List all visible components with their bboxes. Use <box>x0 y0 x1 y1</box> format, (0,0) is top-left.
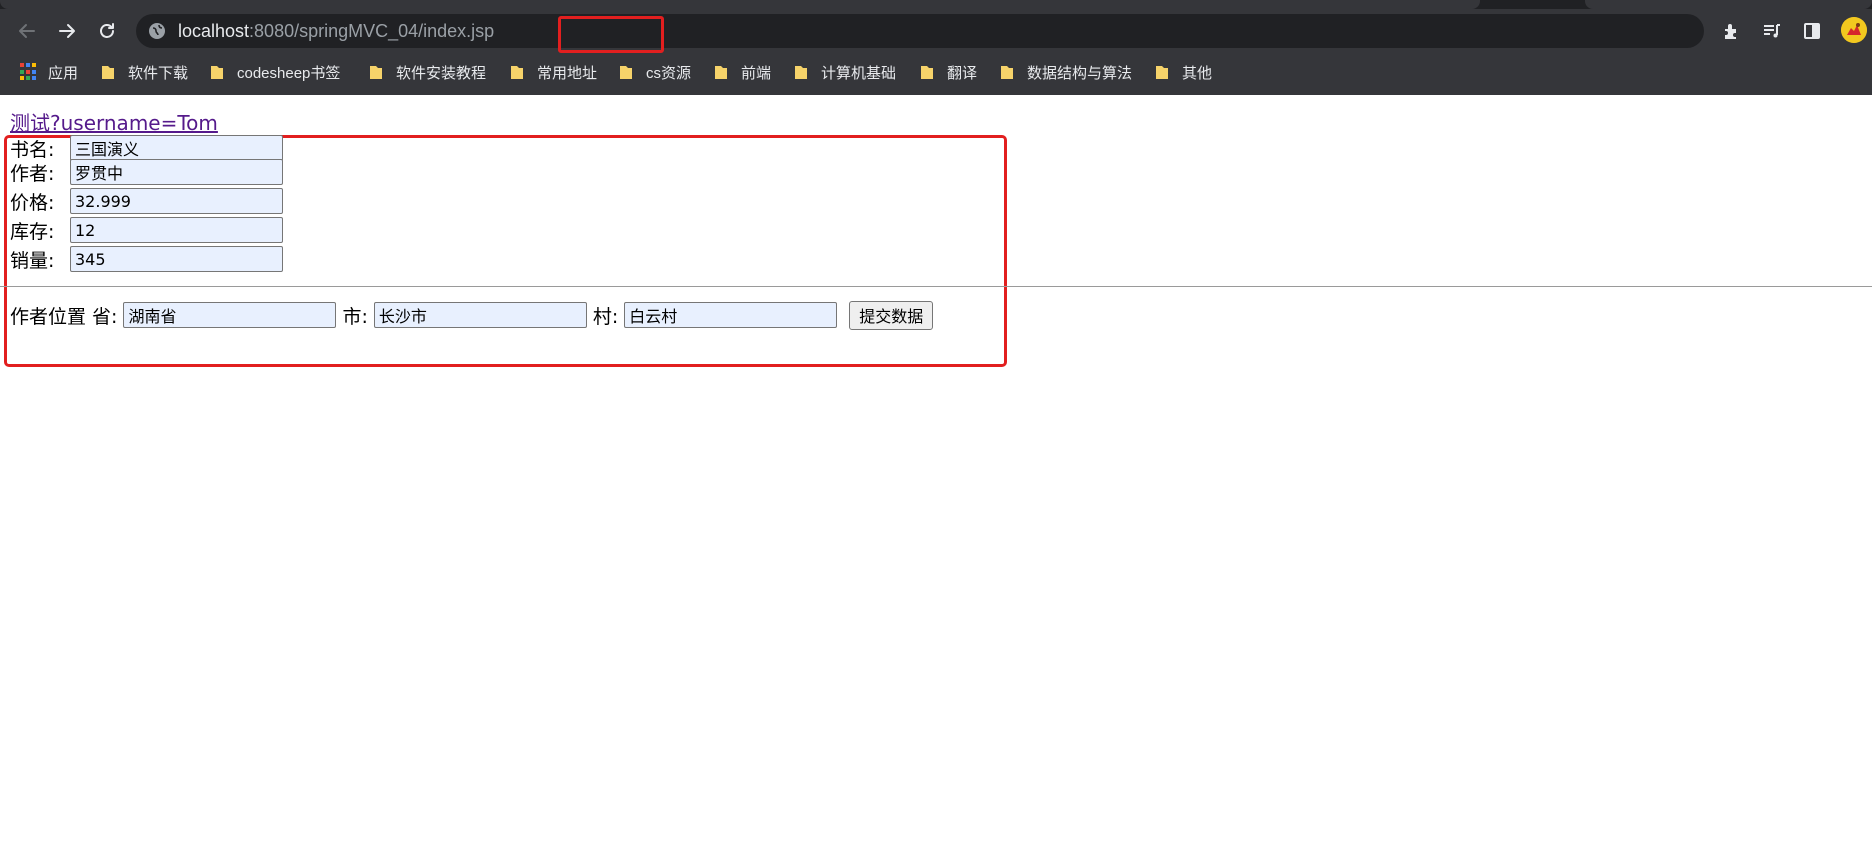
bookmark-label: 应用 <box>48 64 79 82</box>
folder-icon <box>1001 66 1013 79</box>
village-label: 村: <box>592 305 619 328</box>
bookmark-folder[interactable]: 软件安装教程 <box>369 53 486 91</box>
forward-button[interactable] <box>53 17 81 45</box>
bookmark-label: cs资源 <box>646 64 692 82</box>
submit-button[interactable]: 提交数据 <box>849 300 934 330</box>
site-info-icon[interactable] <box>148 22 166 40</box>
bookmark-folder[interactable]: 翻译 <box>920 53 977 91</box>
bookmark-label: 常用地址 <box>537 64 598 82</box>
bookmark-folder[interactable]: 软件下载 <box>101 53 188 91</box>
horizontal-rule <box>0 286 1872 287</box>
stock-row: 库存: <box>10 216 283 244</box>
author-label: 作者: <box>10 162 55 185</box>
reload-icon <box>100 23 114 38</box>
location-label: 作者位置 省: <box>10 305 118 328</box>
folder-icon <box>715 66 727 79</box>
reload-button[interactable] <box>93 17 121 45</box>
city-label: 市: <box>342 305 368 328</box>
avatar-icon <box>1841 17 1867 43</box>
address-bar[interactable]: localhost:8080/springMVC_04/index.jsp <box>136 14 1704 53</box>
extensions-button[interactable] <box>1718 17 1746 45</box>
folder-icon <box>370 66 382 79</box>
side-panel-icon <box>1804 23 1820 39</box>
url-path: :8080/springMVC_04/index.jsp <box>249 21 495 41</box>
bookmark-label: 其他 <box>1182 64 1213 82</box>
province-input[interactable] <box>123 302 337 328</box>
folder-icon <box>1156 66 1168 79</box>
author-input[interactable] <box>70 159 283 185</box>
profile-avatar[interactable] <box>1841 17 1867 43</box>
toolbar: localhost:8080/springMVC_04/index.jsp <box>0 9 1872 53</box>
folder-icon <box>620 66 632 79</box>
bookmark-label: 软件下载 <box>128 64 189 82</box>
folder-icon <box>921 66 933 79</box>
bookmark-folder[interactable]: 数据结构与算法 <box>1000 53 1132 91</box>
extensions-icon <box>1725 24 1736 39</box>
bookmark-label: 翻译 <box>947 64 978 82</box>
folder-icon <box>795 66 807 79</box>
bookmark-folder[interactable]: codesheep书签 <box>210 53 340 91</box>
bookmark-label: codesheep书签 <box>237 64 341 82</box>
sales-input[interactable] <box>70 246 283 272</box>
browser-chrome: localhost:8080/springMVC_04/index.jsp 应用… <box>0 0 1872 95</box>
apps-grid-icon <box>20 63 38 81</box>
url-highlight-annotation <box>558 16 664 53</box>
tab-inactive[interactable] <box>1585 0 1872 9</box>
bookmarks-bar: 应用 软件下载 codesheep书签 软件安装教程 常用地址 cs资源 前端 <box>0 53 1872 91</box>
bookmark-label: 前端 <box>741 64 772 82</box>
side-panel-button[interactable] <box>1798 17 1826 45</box>
stock-input[interactable] <box>70 217 283 243</box>
reading-list-button[interactable] <box>1758 17 1786 45</box>
bookmark-folder[interactable]: cs资源 <box>619 53 691 91</box>
bookmark-folder[interactable]: 其他 <box>1155 53 1212 91</box>
village-input[interactable] <box>624 302 838 328</box>
bookmark-folder[interactable]: 前端 <box>714 53 771 91</box>
reading-list-icon <box>1764 24 1780 38</box>
forward-arrow-icon <box>59 24 75 38</box>
url-text: localhost:8080/springMVC_04/index.jsp <box>178 14 494 48</box>
back-button[interactable] <box>13 17 41 45</box>
bookmark-apps[interactable]: 应用 <box>20 53 78 91</box>
bookmark-label: 计算机基础 <box>821 64 897 82</box>
bookmark-label: 数据结构与算法 <box>1027 64 1133 82</box>
folder-icon <box>102 66 114 79</box>
folder-icon <box>211 66 223 79</box>
city-input[interactable] <box>373 302 587 328</box>
bookmark-folder[interactable]: 计算机基础 <box>794 53 896 91</box>
folder-icon <box>511 66 523 79</box>
author-row: 作者: <box>10 158 283 186</box>
author-location-row: 作者位置 省: 市: 村: 提交数据 <box>10 300 934 330</box>
tab-active[interactable] <box>0 0 1480 9</box>
price-label: 价格: <box>10 191 55 214</box>
sales-row: 销量: <box>10 245 283 273</box>
bookmark-label: 软件安装教程 <box>396 64 487 82</box>
sales-label: 销量: <box>10 249 55 272</box>
price-input[interactable] <box>70 188 283 214</box>
bookmark-folder[interactable]: 常用地址 <box>510 53 597 91</box>
page-content: 测试?username=Tom 书名: 作者: 价格: 库存: 销量: 作者位置… <box>0 95 1872 857</box>
stock-label: 库存: <box>10 220 55 243</box>
url-host: localhost <box>178 21 250 41</box>
tab-strip <box>0 0 1872 9</box>
price-row: 价格: <box>10 187 283 215</box>
test-username-link[interactable]: 测试?username=Tom <box>10 107 218 136</box>
back-arrow-icon <box>19 24 35 38</box>
